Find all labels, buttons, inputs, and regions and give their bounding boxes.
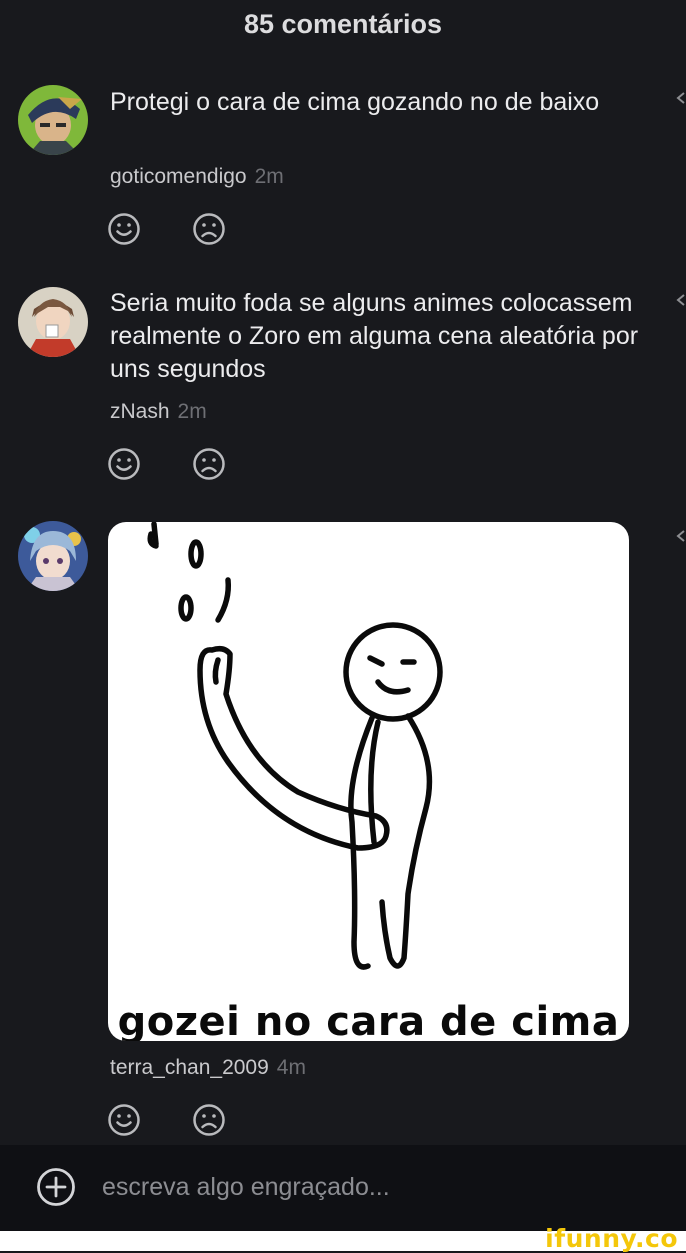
chevron-left-icon[interactable] bbox=[674, 529, 686, 543]
comment-time: 2m bbox=[254, 165, 284, 188]
comment-text: Protegi o cara de cima gozando no de bai… bbox=[110, 88, 600, 116]
comment-meta: goticomendigo 2m bbox=[110, 165, 284, 189]
comments-count-title: 85 comentários bbox=[243, 9, 443, 39]
comment-author[interactable]: zNash bbox=[110, 400, 170, 423]
user-avatar[interactable] bbox=[18, 85, 88, 155]
smile-face-icon[interactable] bbox=[107, 212, 141, 246]
smile-face-icon[interactable] bbox=[107, 447, 141, 481]
brand-watermark: ifunny.co bbox=[545, 1224, 678, 1253]
user-avatar[interactable] bbox=[18, 521, 88, 591]
comment-image[interactable]: gozei no cara de cima bbox=[108, 522, 629, 1041]
chevron-left-icon[interactable] bbox=[674, 293, 686, 307]
frown-face-icon[interactable] bbox=[192, 1103, 226, 1137]
comment-text: Seria muito foda se alguns animes coloca… bbox=[110, 289, 639, 383]
smile-face-icon[interactable] bbox=[107, 1103, 141, 1137]
comment-meta: terra_chan_2009 4m bbox=[110, 1056, 306, 1080]
stick-figure-drawing bbox=[147, 522, 443, 970]
plus-circle-icon[interactable] bbox=[36, 1167, 76, 1207]
image-caption: gozei no cara de cima bbox=[117, 999, 620, 1041]
comment-composer: escreva algo engraçado... bbox=[0, 1145, 686, 1231]
frown-face-icon[interactable] bbox=[192, 447, 226, 481]
frown-face-icon[interactable] bbox=[192, 212, 226, 246]
user-avatar[interactable] bbox=[18, 287, 88, 357]
comment-input[interactable]: escreva algo engraçado... bbox=[102, 1173, 390, 1202]
comment-time: 4m bbox=[276, 1056, 306, 1079]
comment-time: 2m bbox=[177, 400, 207, 423]
comment-meta: zNash 2m bbox=[110, 400, 207, 424]
chevron-left-icon[interactable] bbox=[674, 91, 686, 105]
comment-author[interactable]: terra_chan_2009 bbox=[110, 1056, 269, 1079]
comment-author[interactable]: goticomendigo bbox=[110, 165, 247, 188]
